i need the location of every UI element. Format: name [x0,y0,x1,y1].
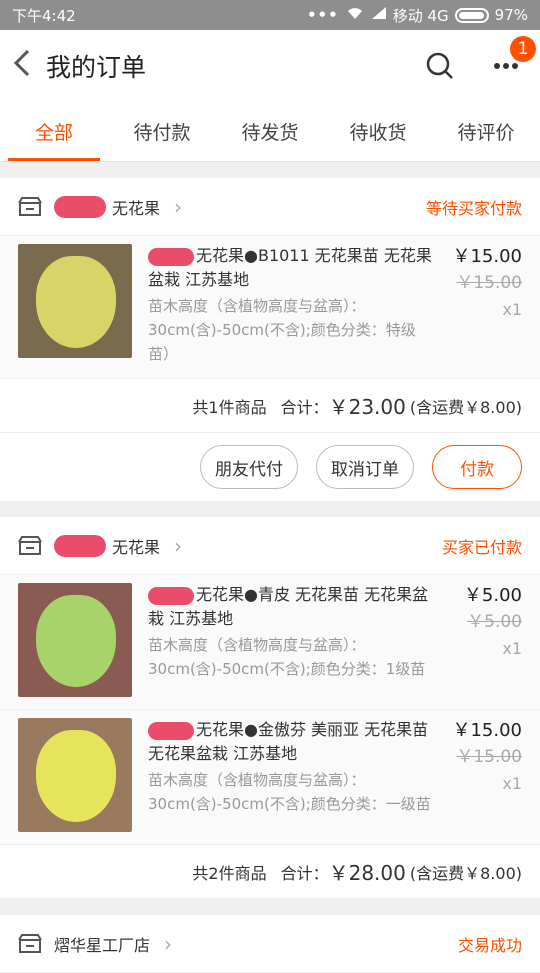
item-body: 无花果●B1011 无花果苗 无花果盆栽 江苏基地 苗木高度（含植物高度与盆高）… [148,244,522,366]
shop-name-label: 无花果 [112,537,161,557]
shop-name-label: 熠华星工厂店 [54,935,151,955]
total-amount: ￥23.00 [328,395,406,419]
item-text: 无花果●青皮 无花果苗 无花果盆栽 江苏基地 苗木高度（含植物高度与盆高）：30… [148,583,432,697]
shop-name[interactable]: 无花果 › [54,534,182,558]
order-status: 买家已付款 [441,537,522,557]
battery-icon [454,7,489,23]
item-spec: 苗木高度（含植物高度与盆高）：30cm(含)-50cm(不含);颜色分类：1级苗 [148,636,426,678]
shipping-fee: (含运费￥8.00) [409,863,522,883]
order-card: 熠华星工厂店 › 交易成功 [0,915,540,973]
item-title: 无花果●青皮 无花果苗 无花果盆栽 江苏基地 [148,583,432,631]
pay-button[interactable]: 付款 [432,445,522,489]
total-amount: ￥28.00 [328,861,406,885]
shop-row[interactable]: 无花果 › 等待买家付款 [0,178,540,236]
tab-pending-receipt[interactable]: 待收货 [324,102,432,161]
tab-pending-review[interactable]: 待评价 [432,102,540,161]
original-price: ￥15.00 [456,273,522,293]
gap [0,162,540,178]
chevron-right-icon: › [164,931,173,956]
item-count: 共2件商品 [192,863,267,883]
redaction-scribble [54,534,106,557]
total-label: 合计： [280,863,329,883]
quantity: x1 [502,774,522,793]
cancel-order-button[interactable]: 取消订单 [316,445,414,489]
order-item[interactable]: 无花果●B1011 无花果苗 无花果盆栽 江苏基地 苗木高度（含植物高度与盆高）… [0,236,540,379]
original-price: ￥15.00 [456,747,522,767]
shop-name[interactable]: 无花果 › [54,195,182,219]
order-actions: 朋友代付 取消订单 付款 [0,433,540,501]
page-title: 我的订单 [46,53,147,82]
item-text: 无花果●金傲芬 美丽亚 无花果苗 无花果盆栽 江苏基地 苗木高度（含植物高度与盆… [148,718,432,832]
battery-percent: 97% [494,6,528,24]
shop-row[interactable]: 熠华星工厂店 › 交易成功 [0,915,540,973]
gap [0,899,540,915]
order-item[interactable]: 无花果●青皮 无花果苗 无花果盆栽 江苏基地 苗木高度（含植物高度与盆高）：30… [0,575,540,710]
fig-image [36,595,116,687]
header: 我的订单 1 [0,30,540,102]
friend-pay-button[interactable]: 朋友代付 [200,445,298,489]
wifi-icon [345,6,365,24]
order-tabs: 全部 待付款 待发货 待收货 待评价 [0,102,540,162]
status-bar: 下午4:42 ••• 移动 4G 97% [0,0,540,30]
signal-dots: ••• [306,6,339,24]
order-status: 交易成功 [457,935,522,955]
header-actions [426,52,518,80]
order-card: 无花果 › 等待买家付款 无花果●B1011 无花果苗 无花果盆栽 江苏基地 苗… [0,178,540,501]
item-title: 无花果●金傲芬 美丽亚 无花果苗 无花果盆栽 江苏基地 [148,718,432,766]
order-summary: 共2件商品 合计： ￥28.00 (含运费￥8.00) [0,845,540,899]
redaction-scribble [148,721,194,740]
item-count: 共1件商品 [192,397,267,417]
fig-image [36,256,116,348]
item-price: ￥15.00 ￥15.00 x1 [432,718,522,832]
price: ￥15.00 [452,720,522,741]
original-price: ￥5.00 [467,612,522,632]
redaction-scribble [54,195,106,218]
price: ￥5.00 [463,585,522,606]
shop-icon [18,535,42,556]
price: ￥15.00 [452,246,522,267]
product-thumbnail [18,583,132,697]
product-thumbnail [18,718,132,832]
item-price: ￥5.00 ￥5.00 x1 [432,583,522,697]
order-status: 等待买家付款 [425,198,522,218]
fig-image [36,730,116,822]
item-body: 无花果●青皮 无花果苗 无花果盆栽 江苏基地 苗木高度（含植物高度与盆高）：30… [148,583,522,697]
shop-name-label: 无花果 [112,198,161,218]
order-summary: 共1件商品 合计： ￥23.00 (含运费￥8.00) [0,379,540,433]
shipping-fee: (含运费￥8.00) [409,397,522,417]
item-body: 无花果●金傲芬 美丽亚 无花果苗 无花果盆栽 江苏基地 苗木高度（含植物高度与盆… [148,718,522,832]
carrier-label: 移动 4G [392,6,449,25]
item-title: 无花果●B1011 无花果苗 无花果盆栽 江苏基地 [148,244,432,292]
item-text: 无花果●B1011 无花果苗 无花果盆栽 江苏基地 苗木高度（含植物高度与盆高）… [148,244,432,366]
tab-all[interactable]: 全部 [0,102,108,161]
quantity: x1 [502,300,522,319]
product-thumbnail [18,244,132,358]
redaction-scribble [148,247,194,266]
cell-signal-icon [371,6,387,24]
status-right: ••• 移动 4G 97% [307,5,528,26]
shop-icon [18,933,42,954]
redaction-scribble [148,586,194,605]
back-icon[interactable] [12,48,38,84]
item-price: ￥15.00 ￥15.00 x1 [432,244,522,366]
total-label: 合计： [280,397,329,417]
quantity: x1 [502,639,522,658]
shop-row[interactable]: 无花果 › 买家已付款 [0,517,540,575]
search-icon[interactable] [426,52,454,80]
chevron-right-icon: › [174,194,183,219]
shop-icon [18,196,42,217]
item-spec: 苗木高度（含植物高度与盆高）：30cm(含)-50cm(不含);颜色分类：一级苗 [148,771,431,813]
status-time: 下午4:42 [12,6,76,25]
shop-name[interactable]: 熠华星工厂店 › [54,932,172,956]
tab-pending-payment[interactable]: 待付款 [108,102,216,161]
chevron-right-icon: › [174,533,183,558]
gap [0,501,540,517]
notification-badge: 1 [510,36,536,62]
more-icon[interactable] [494,62,518,70]
tab-pending-shipment[interactable]: 待发货 [216,102,324,161]
order-item[interactable]: 无花果●金傲芬 美丽亚 无花果苗 无花果盆栽 江苏基地 苗木高度（含植物高度与盆… [0,710,540,845]
order-card: 无花果 › 买家已付款 无花果●青皮 无花果苗 无花果盆栽 江苏基地 苗木高度（… [0,517,540,899]
item-spec: 苗木高度（含植物高度与盆高）：30cm(含)-50cm(不含);颜色分类：特级苗… [148,297,416,363]
